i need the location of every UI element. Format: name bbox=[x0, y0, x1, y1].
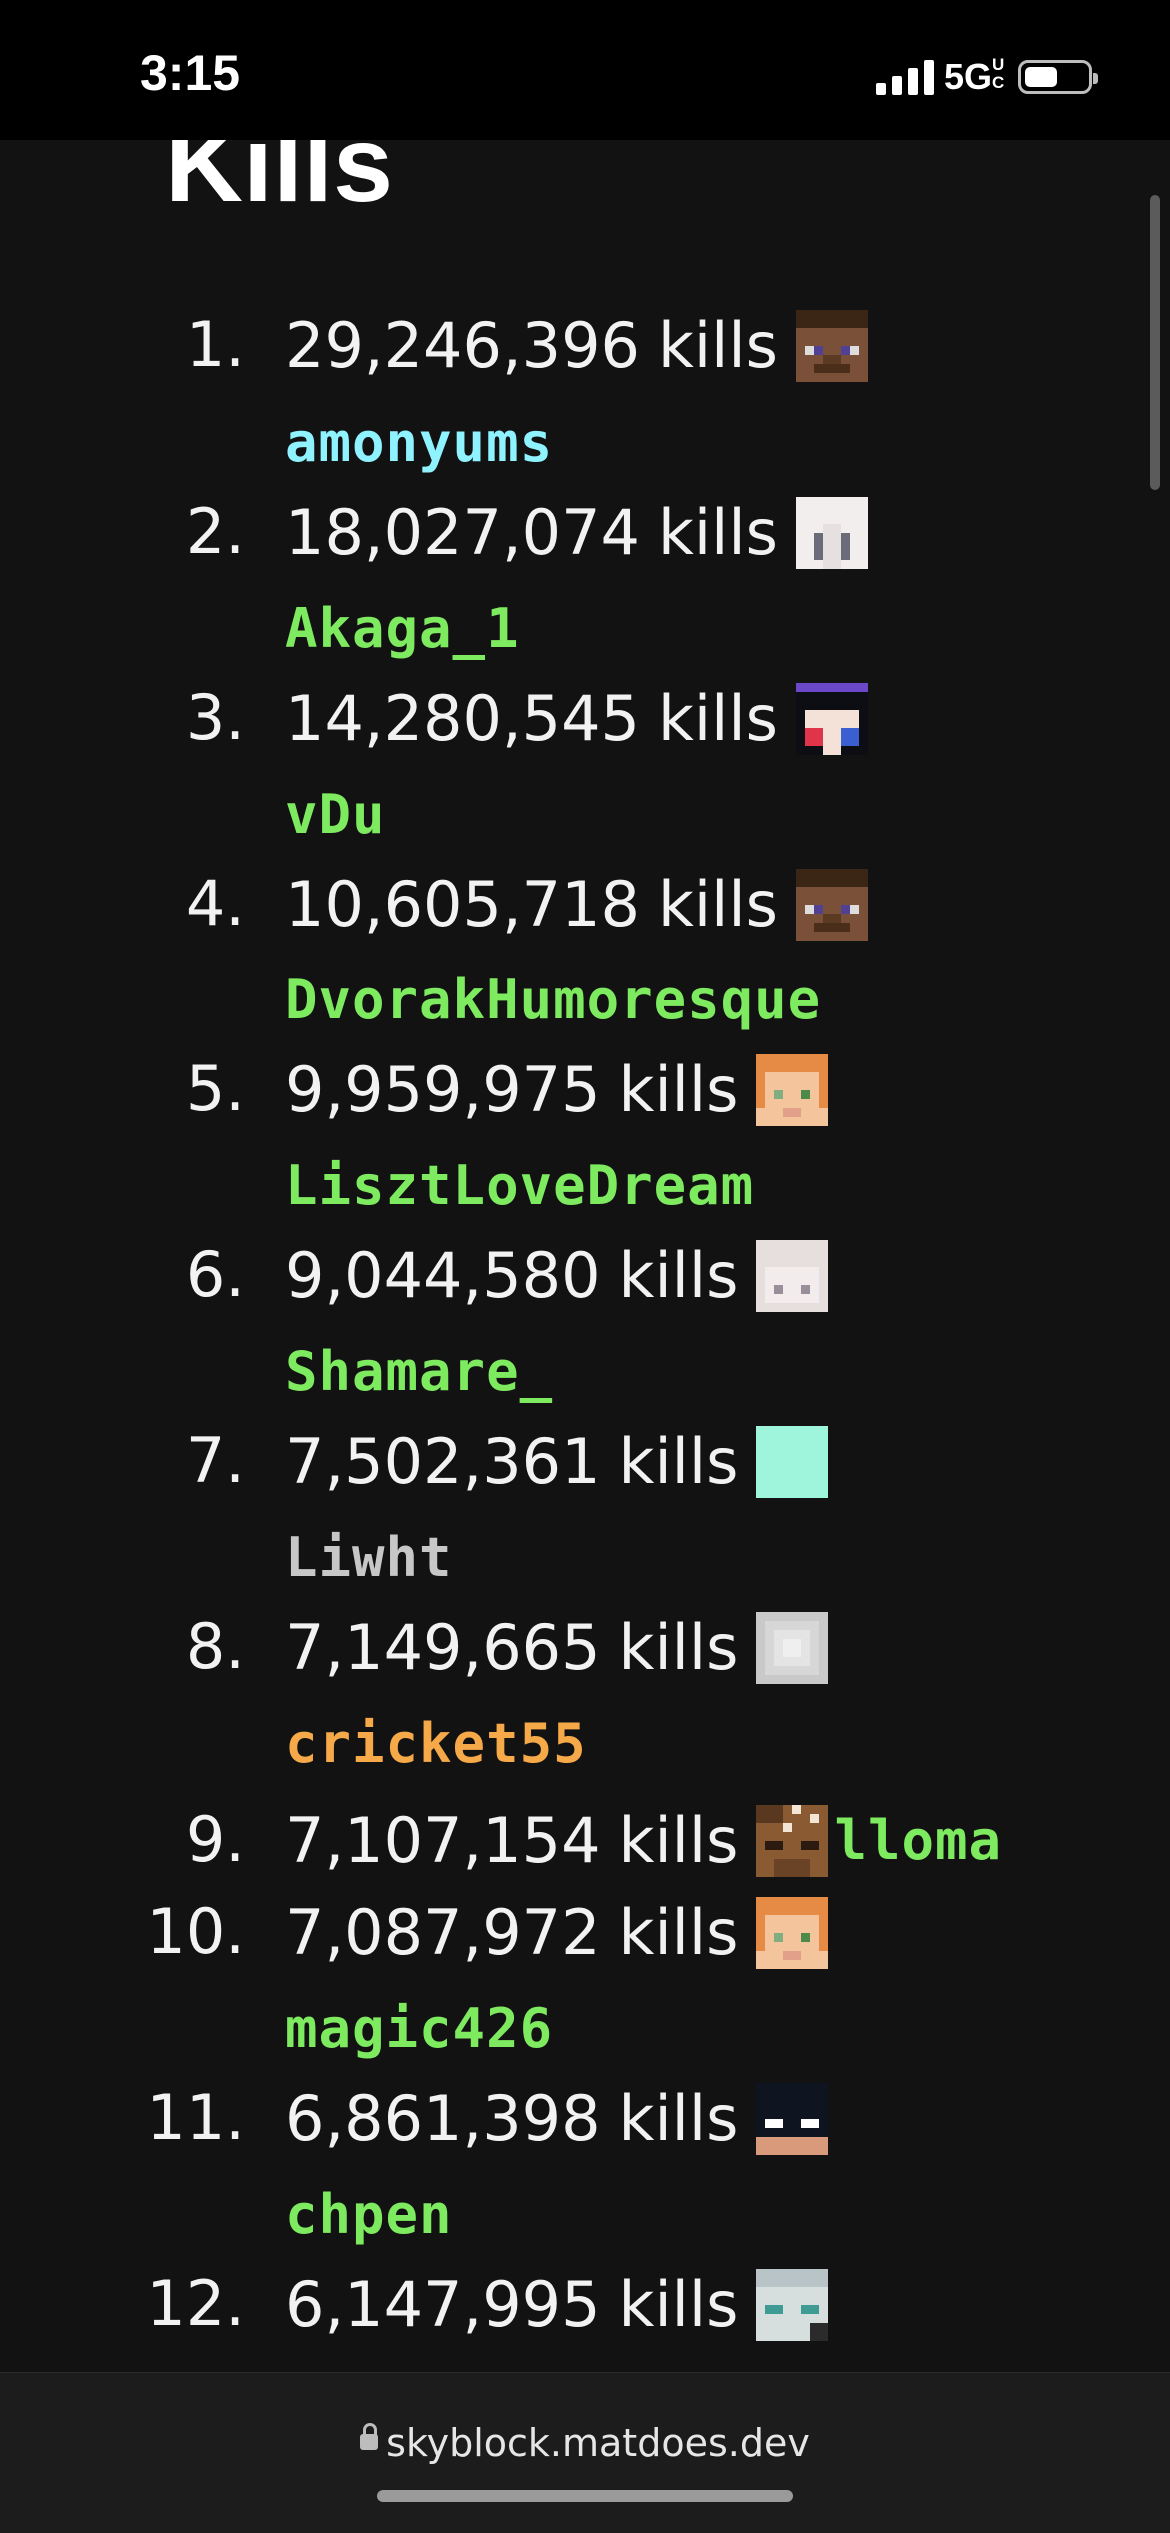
rank-number: 11. bbox=[146, 2081, 245, 2154]
rank-number: 5. bbox=[185, 1052, 245, 1125]
kill-unit: kills bbox=[618, 2082, 739, 2155]
kill-unit: kills bbox=[618, 1053, 739, 1126]
player-name[interactable]: amonyums bbox=[285, 413, 553, 473]
white-hair-icon bbox=[795, 497, 868, 569]
rank-number: 12. bbox=[146, 2267, 245, 2340]
kill-unit: kills bbox=[618, 2268, 739, 2341]
kill-count-row: 9,959,975 kills bbox=[285, 1053, 829, 1126]
kill-unit: kills bbox=[658, 682, 778, 755]
player-name[interactable]: LisztLoveDream bbox=[285, 1156, 754, 1216]
rank-number: 4. bbox=[185, 867, 245, 940]
kill-count: 18,027,074 bbox=[285, 496, 640, 569]
kill-unit: kills bbox=[618, 1611, 739, 1684]
dark-hair-icon bbox=[795, 683, 868, 755]
kill-count: 14,280,545 bbox=[285, 682, 640, 755]
player-name[interactable]: DvorakHumoresque bbox=[285, 970, 821, 1030]
kill-count-row: 14,280,545 kills bbox=[285, 683, 868, 755]
kill-count: 7,107,154 bbox=[285, 1804, 601, 1877]
kill-unit: kills bbox=[618, 1804, 739, 1877]
kill-unit: kills bbox=[658, 496, 778, 569]
player-name[interactable]: lloma bbox=[834, 1806, 1002, 1876]
status-bar: 3:15 5GUC bbox=[0, 0, 1170, 140]
kill-count: 9,044,580 bbox=[285, 1239, 601, 1312]
kill-count-row: 6,861,398 kills bbox=[285, 2082, 829, 2155]
player-name[interactable]: Shamare_ bbox=[285, 1342, 553, 1402]
rank-number: 2. bbox=[185, 495, 245, 568]
kill-count: 7,087,972 bbox=[285, 1896, 601, 1969]
kill-unit: kills bbox=[658, 868, 778, 941]
rank-number: 3. bbox=[185, 681, 245, 754]
kill-count: 29,246,396 bbox=[285, 309, 640, 382]
alex-icon bbox=[756, 1054, 829, 1126]
steve-icon bbox=[795, 869, 868, 941]
rank-number: 7. bbox=[185, 1424, 245, 1497]
kill-unit: kills bbox=[618, 1425, 739, 1498]
kill-count-row: 9,044,580 kills bbox=[285, 1239, 829, 1312]
rank-number: 8. bbox=[185, 1610, 245, 1683]
rank-number: 9. bbox=[185, 1803, 245, 1876]
rank-number: 6. bbox=[185, 1238, 245, 1311]
kill-count-row: 29,246,396 kills bbox=[285, 310, 868, 382]
kill-count: 9,959,975 bbox=[285, 1053, 601, 1126]
kill-count: 10,605,718 bbox=[285, 868, 640, 941]
kill-unit: kills bbox=[618, 1239, 739, 1312]
browser-address-bar[interactable]: skyblock.matdoes.dev bbox=[0, 2372, 1170, 2533]
pale-hair-icon bbox=[756, 1240, 829, 1312]
status-icons: 5GUC bbox=[875, 55, 1098, 98]
kill-count-row: 7,087,972 kills bbox=[285, 1896, 829, 1969]
kill-count: 6,147,995 bbox=[285, 2268, 601, 2341]
player-name[interactable]: magic426 bbox=[285, 1999, 553, 2059]
alex-icon bbox=[756, 1897, 829, 1969]
url-display[interactable]: skyblock.matdoes.dev bbox=[0, 2421, 1170, 2465]
home-indicator[interactable] bbox=[377, 2490, 793, 2502]
signal-icon bbox=[875, 59, 934, 95]
kill-count-row: 7,502,361 kills bbox=[285, 1425, 829, 1498]
leaderboard-list: 1. 29,246,396 kills amonyums 2. 18,027,074 kil… bbox=[0, 0, 1170, 2400]
player-name[interactable]: Liwht bbox=[285, 1528, 453, 1588]
kill-count-row: 7,149,665 kills bbox=[285, 1611, 829, 1684]
battery-icon bbox=[1018, 60, 1098, 94]
player-name[interactable]: chpen bbox=[285, 2185, 453, 2245]
kill-count: 6,861,398 bbox=[285, 2082, 601, 2155]
network-label: 5GUC bbox=[943, 55, 1005, 98]
steve-icon bbox=[795, 310, 868, 382]
kill-count-row: 10,605,718 kills bbox=[285, 869, 868, 941]
gray-blur-icon bbox=[756, 1612, 829, 1684]
kill-count: 7,149,665 bbox=[285, 1611, 601, 1684]
player-name[interactable]: cricket55 bbox=[285, 1714, 587, 1774]
player-name[interactable]: vDu bbox=[285, 785, 386, 845]
kill-unit: kills bbox=[658, 309, 778, 382]
brown-spotted-icon bbox=[756, 1805, 829, 1877]
teal-hair-icon bbox=[756, 2269, 829, 2341]
kill-count: 7,502,361 bbox=[285, 1425, 601, 1498]
masked-icon bbox=[756, 2083, 829, 2155]
kill-count-row: 7,107,154 kills lloma bbox=[285, 1805, 1002, 1877]
aqua-square-icon bbox=[756, 1426, 829, 1498]
player-name[interactable]: Akaga_1 bbox=[285, 599, 520, 659]
lock-icon bbox=[360, 2422, 379, 2450]
status-time: 3:15 bbox=[140, 45, 241, 101]
kill-unit: kills bbox=[618, 1896, 739, 1969]
rank-number: 1. bbox=[185, 308, 245, 381]
kill-count-row: 6,147,995 kills bbox=[285, 2268, 829, 2341]
kill-count-row: 18,027,074 kills bbox=[285, 497, 868, 569]
rank-number: 10. bbox=[146, 1895, 245, 1968]
